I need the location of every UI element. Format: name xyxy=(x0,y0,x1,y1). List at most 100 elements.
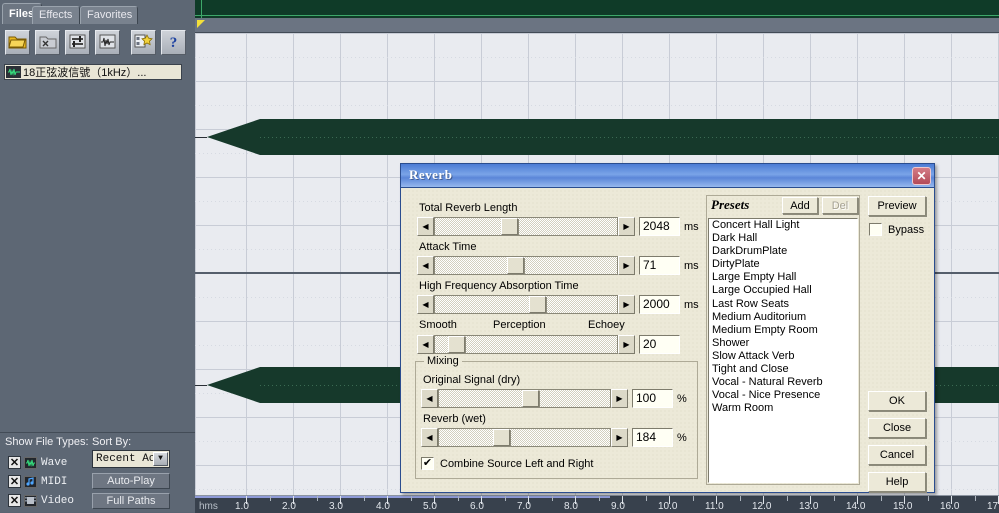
open-folder-icon xyxy=(6,33,29,50)
close-button[interactable]: Close xyxy=(868,418,926,438)
slider-left-arrow-icon[interactable]: ◀ xyxy=(421,428,438,447)
waveform-channel-1[interactable] xyxy=(260,119,999,155)
track-header-strip xyxy=(195,0,999,18)
preset-list-item[interactable]: Vocal - Natural Reverb xyxy=(709,376,857,389)
high-frequency-absorption-time-value[interactable]: 2000 xyxy=(639,295,680,314)
auto-play-button[interactable]: Auto-Play xyxy=(92,473,170,489)
ruler-label: 5.0 xyxy=(423,501,437,512)
attack-time-slider[interactable]: ◀ ▶ xyxy=(417,256,635,275)
chevron-down-icon[interactable]: ▼ xyxy=(153,452,168,466)
high-frequency-absorption-time-slider[interactable]: ◀ ▶ xyxy=(417,295,635,314)
reverb-wet-slider[interactable]: ◀ ▶ xyxy=(421,428,628,447)
full-paths-button[interactable]: Full Paths xyxy=(92,493,170,509)
cancel-button[interactable]: Cancel xyxy=(868,445,926,465)
file-type-video[interactable]: ✕ Video xyxy=(8,492,88,509)
original-signal-slider[interactable]: ◀ ▶ xyxy=(421,389,628,408)
file-type-midi[interactable]: ✕ MIDI xyxy=(8,473,88,490)
open-folder-button[interactable] xyxy=(5,30,30,55)
top-ruler[interactable] xyxy=(195,18,999,33)
preset-list-item[interactable]: Last Row Seats xyxy=(709,298,857,311)
slider-left-arrow-icon[interactable]: ◀ xyxy=(417,335,434,354)
playhead-marker-icon[interactable] xyxy=(197,20,205,28)
preset-list-item[interactable]: Large Occupied Hall xyxy=(709,284,857,297)
ruler-label: 8.0 xyxy=(564,501,578,512)
preset-list-item[interactable]: Dark Hall xyxy=(709,232,857,245)
preset-list-item[interactable]: Warm Room xyxy=(709,402,857,415)
slider-track[interactable] xyxy=(434,295,618,314)
tab-favorites[interactable]: Favorites xyxy=(80,6,138,24)
slider-thumb[interactable] xyxy=(493,429,510,446)
slider-right-arrow-icon[interactable]: ▶ xyxy=(618,335,635,354)
total-reverb-length-value[interactable]: 2048 xyxy=(639,217,680,236)
perception-value[interactable]: 20 xyxy=(639,335,680,354)
waveform-button[interactable] xyxy=(95,30,120,55)
slider-right-arrow-icon[interactable]: ▶ xyxy=(611,428,628,447)
slider-thumb[interactable] xyxy=(501,218,518,235)
properties-button[interactable] xyxy=(65,30,90,55)
slider-left-arrow-icon[interactable]: ◀ xyxy=(417,256,434,275)
slider-right-arrow-icon[interactable]: ▶ xyxy=(618,256,635,275)
preset-list-item[interactable]: Medium Auditorium xyxy=(709,311,857,324)
preset-list-item[interactable]: Large Empty Hall xyxy=(709,271,857,284)
slider-thumb[interactable] xyxy=(448,336,465,353)
preset-list-item[interactable]: DarkDrumPlate xyxy=(709,245,857,258)
preset-list-item[interactable]: Slow Attack Verb xyxy=(709,350,857,363)
slider-thumb[interactable] xyxy=(529,296,546,313)
bypass-checkbox[interactable] xyxy=(869,223,882,236)
reverb-dialog[interactable]: Reverb ✕ Total Reverb Length ◀ ▶ 2048 ms… xyxy=(400,163,935,493)
ruler-subtick xyxy=(551,496,553,501)
presets-listbox[interactable]: Concert Hall Light Dark Hall DarkDrumPlate… xyxy=(708,218,858,483)
ruler-subtick xyxy=(692,496,694,501)
file-list-item[interactable]: 18正弦波信號（1kHz）... xyxy=(4,64,182,80)
preview-button[interactable]: Preview xyxy=(868,196,926,216)
file-type-wave[interactable]: ✕ Wave xyxy=(8,454,88,471)
slider-left-arrow-icon[interactable]: ◀ xyxy=(421,389,438,408)
ruler-subtick xyxy=(457,496,459,501)
video-checkbox[interactable]: ✕ xyxy=(8,494,21,507)
preset-list-item[interactable]: Medium Empty Room xyxy=(709,324,857,337)
slider-right-arrow-icon[interactable]: ▶ xyxy=(618,295,635,314)
dialog-titlebar[interactable]: Reverb ✕ xyxy=(401,164,934,188)
slider-track[interactable] xyxy=(434,256,618,275)
total-reverb-length-slider[interactable]: ◀ ▶ xyxy=(417,217,635,236)
favorites-button[interactable] xyxy=(131,30,156,55)
slider-thumb[interactable] xyxy=(507,257,524,274)
ruler-label: 9.0 xyxy=(611,501,625,512)
close-icon[interactable]: ✕ xyxy=(912,167,931,185)
preset-list-item[interactable]: Concert Hall Light xyxy=(709,219,857,232)
add-preset-button[interactable]: Add xyxy=(782,197,818,214)
preset-list-item[interactable]: Shower xyxy=(709,337,857,350)
preview-label: Preview xyxy=(877,200,917,212)
time-ruler[interactable]: hms 1.0 2.0 3.0 4.0 5.0 6.0 7.0 8.0 9.0 10.0 11.0 1… xyxy=(195,495,999,513)
preset-list-item[interactable]: Vocal - Nice Presence xyxy=(709,389,857,402)
ok-button[interactable]: OK xyxy=(868,391,926,411)
original-signal-unit: % xyxy=(677,393,687,405)
slider-right-arrow-icon[interactable]: ▶ xyxy=(618,217,635,236)
attack-time-value[interactable]: 71 xyxy=(639,256,680,275)
wave-checkbox[interactable]: ✕ xyxy=(8,456,21,469)
preset-list-item[interactable]: DirtyPlate xyxy=(709,258,857,271)
files-panel: Files Effects Favorites ? 18正弦波信號（1kHz）.… xyxy=(0,0,195,512)
preset-list-item[interactable]: Tight and Close xyxy=(709,363,857,376)
mixing-group-title: Mixing xyxy=(424,355,462,367)
tab-effects[interactable]: Effects xyxy=(32,6,80,24)
reverb-wet-value[interactable]: 184 xyxy=(632,428,673,447)
delete-preset-button[interactable]: Del xyxy=(822,197,858,214)
help-button[interactable]: Help xyxy=(868,472,926,492)
help-button[interactable]: ? xyxy=(161,30,186,55)
slider-left-arrow-icon[interactable]: ◀ xyxy=(417,217,434,236)
slider-track[interactable] xyxy=(438,428,611,447)
midi-checkbox[interactable]: ✕ xyxy=(8,475,21,488)
slider-right-arrow-icon[interactable]: ▶ xyxy=(611,389,628,408)
ruler-subtick xyxy=(269,496,271,501)
close-folder-button[interactable] xyxy=(35,30,60,55)
original-signal-value[interactable]: 100 xyxy=(632,389,673,408)
sort-by-select[interactable]: Recent Ac ▼ xyxy=(92,450,170,468)
perception-slider[interactable]: ◀ ▶ xyxy=(417,335,635,354)
slider-track[interactable] xyxy=(434,217,618,236)
slider-left-arrow-icon[interactable]: ◀ xyxy=(417,295,434,314)
progress-bar xyxy=(195,496,610,498)
slider-thumb[interactable] xyxy=(522,390,539,407)
reverb-wet-unit: % xyxy=(677,432,687,444)
combine-source-checkbox[interactable]: ✔ xyxy=(421,457,434,470)
